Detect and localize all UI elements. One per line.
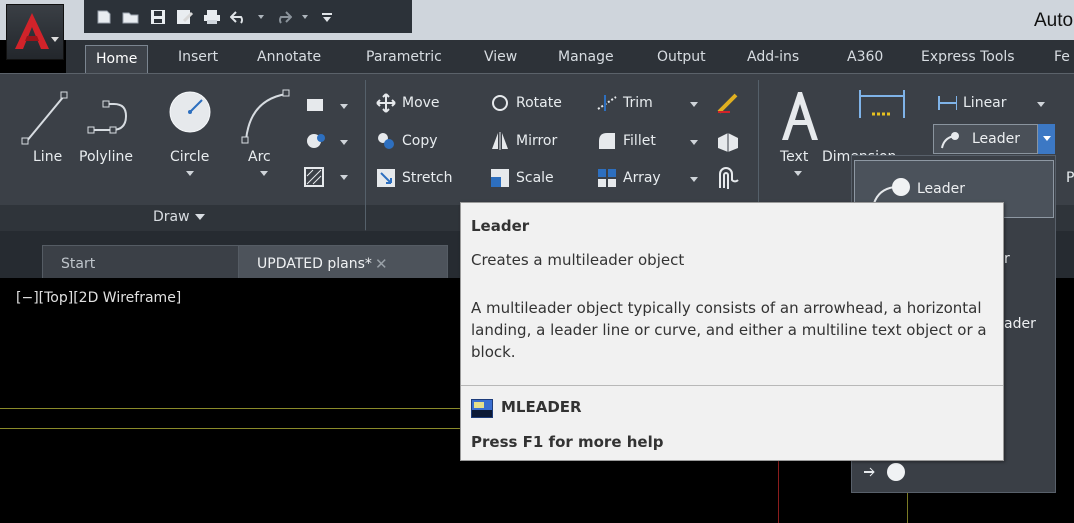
ribbon-tab-bar: Home Insert Annotate Parametric View Man… (66, 40, 1074, 73)
text-button-label[interactable]: Text (780, 149, 808, 165)
dropdown-item-label[interactable]: ader (1004, 316, 1036, 332)
tab-parametric[interactable]: Parametric (366, 49, 442, 65)
chevron-down-icon[interactable] (340, 175, 348, 180)
rectangle-icon[interactable] (305, 96, 327, 114)
hatch-icon[interactable] (305, 132, 327, 150)
chevron-down-icon[interactable] (794, 171, 802, 176)
chevron-down-icon (51, 37, 59, 42)
move-button[interactable]: Move (376, 91, 440, 115)
chevron-down-icon[interactable] (690, 102, 698, 107)
chevron-down-icon[interactable] (186, 171, 194, 176)
doc-tab-start[interactable]: Start (42, 245, 240, 278)
erase-icon[interactable] (716, 92, 740, 114)
autocad-logo-icon (15, 13, 49, 49)
text-icon[interactable] (778, 88, 820, 144)
customize-icon[interactable] (317, 7, 337, 27)
tab-annotate[interactable]: Annotate (257, 49, 321, 65)
chevron-down-icon (1043, 136, 1051, 141)
linear-dimension-button[interactable]: Linear (937, 91, 1007, 115)
leader-icon (941, 132, 959, 149)
line-button-label[interactable]: Line (33, 149, 62, 165)
quick-access-toolbar (84, 0, 412, 33)
annotation-panel-cut-label: P (1066, 170, 1074, 186)
tab-featured[interactable]: Fe (1054, 49, 1070, 65)
line-icon[interactable] (20, 86, 70, 148)
tab-a360[interactable]: A360 (847, 49, 883, 65)
trim-button[interactable]: Trim (597, 91, 653, 115)
circle-button-label[interactable]: Circle (170, 149, 209, 165)
tooltip-description: A multileader object typically consists … (471, 299, 987, 361)
mirror-button[interactable]: Mirror (490, 129, 557, 153)
tab-manage[interactable]: Manage (558, 49, 614, 65)
save-as-icon[interactable] (175, 7, 195, 27)
gradient-icon[interactable] (303, 166, 325, 188)
chevron-down-icon[interactable] (690, 140, 698, 145)
leader-dropdown-button[interactable] (1037, 124, 1055, 154)
open-icon[interactable] (121, 7, 141, 27)
polyline-button-label[interactable]: Polyline (79, 149, 133, 165)
copy-button[interactable]: Copy (376, 129, 438, 153)
tooltip-divider (461, 385, 1003, 386)
tooltip-summary: Creates a multileader object (471, 251, 685, 269)
scale-icon (490, 168, 510, 188)
tab-add-ins[interactable]: Add-ins (747, 49, 799, 65)
tab-view[interactable]: View (484, 49, 517, 65)
tab-insert[interactable]: Insert (178, 49, 218, 65)
save-icon[interactable] (148, 7, 168, 27)
leader-style-icon[interactable] (862, 458, 912, 484)
chevron-down-icon[interactable] (260, 171, 268, 176)
command-icon (471, 399, 493, 418)
chevron-down-icon[interactable] (340, 140, 348, 145)
application-menu-button[interactable] (6, 4, 64, 60)
linear-dimension-icon (937, 93, 957, 113)
tooltip-help: Press F1 for more help (471, 433, 664, 451)
explode-icon[interactable] (716, 130, 740, 152)
array-icon (597, 168, 617, 188)
chevron-down-icon[interactable] (1037, 102, 1045, 107)
redo-icon[interactable] (273, 7, 293, 27)
draw-panel-title[interactable]: Draw (153, 209, 205, 225)
dimension-icon[interactable] (858, 88, 906, 136)
doc-tab-updated-plans[interactable]: UPDATED plans* ✕ (238, 245, 448, 278)
chevron-down-icon[interactable] (340, 104, 348, 109)
stretch-icon (376, 168, 396, 188)
chevron-down-icon[interactable] (300, 7, 310, 27)
undo-icon[interactable] (229, 7, 249, 27)
stretch-button[interactable]: Stretch (376, 166, 453, 190)
scale-button[interactable]: Scale (490, 166, 554, 190)
chevron-down-icon[interactable] (690, 177, 698, 182)
fillet-button[interactable]: Fillet (597, 129, 656, 153)
circle-icon[interactable] (168, 90, 212, 134)
plot-icon[interactable] (202, 7, 222, 27)
close-icon[interactable]: ✕ (375, 255, 388, 273)
panel-divider (365, 80, 366, 230)
rotate-icon (490, 93, 510, 113)
fillet-icon (597, 131, 617, 151)
move-icon (376, 93, 396, 113)
mirror-icon (490, 131, 510, 151)
tab-home[interactable]: Home (85, 45, 149, 73)
trim-icon (597, 93, 617, 113)
polyline-icon[interactable] (86, 86, 142, 148)
dropdown-item-label[interactable]: r (1004, 251, 1010, 267)
arc-icon[interactable] (240, 86, 292, 148)
array-button[interactable]: Array (597, 166, 661, 190)
tooltip: Leader Creates a multileader object A mu… (460, 202, 1004, 461)
tooltip-command: MLEADER (501, 398, 582, 416)
title-bar: Auto (0, 0, 1074, 40)
tab-express-tools[interactable]: Express Tools (921, 49, 1015, 65)
window-title: Auto (1034, 10, 1074, 31)
arc-button-label[interactable]: Arc (248, 149, 271, 165)
rotate-button[interactable]: Rotate (490, 91, 562, 115)
copy-icon (376, 131, 396, 151)
offset-icon[interactable] (716, 166, 740, 190)
chevron-down-icon[interactable] (256, 7, 266, 27)
tooltip-title: Leader (471, 217, 530, 235)
tab-output[interactable]: Output (657, 49, 706, 65)
new-icon[interactable] (94, 7, 114, 27)
viewport-controls[interactable]: [−][Top][2D Wireframe] (16, 290, 181, 306)
